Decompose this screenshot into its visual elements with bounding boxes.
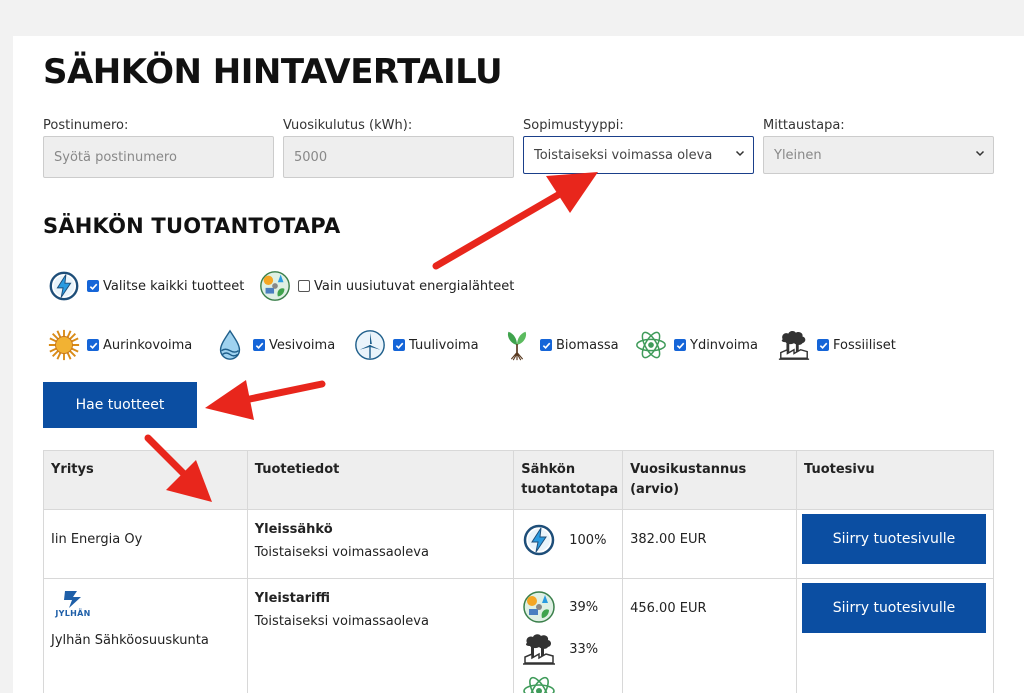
- filter-select-all[interactable]: Valitse kaikki tuotteet: [47, 269, 244, 303]
- product-type: Toistaiseksi voimassaoleva: [254, 545, 429, 560]
- cost-cell: 382.00 EUR: [622, 509, 797, 579]
- source-checkbox[interactable]: [674, 339, 686, 351]
- sun-icon: [47, 328, 81, 362]
- source-checkbox[interactable]: [253, 339, 265, 351]
- vuosikulutus-value: 5000: [294, 149, 328, 165]
- source-label: Biomassa: [556, 337, 619, 353]
- source-share: 100%: [521, 522, 615, 558]
- product-page-button[interactable]: Siirry tuotesivulle: [802, 583, 986, 633]
- product-type: Toistaiseksi voimassaoleva: [254, 614, 429, 629]
- source-checkbox[interactable]: [87, 339, 99, 351]
- select-all-checkbox[interactable]: [87, 280, 99, 292]
- filter-source-sun[interactable]: Aurinkovoima: [47, 328, 192, 362]
- page-title: SÄHKÖN HINTAVERTAILU: [43, 52, 503, 92]
- product-name: Yleistariffi: [254, 591, 330, 606]
- vuosikulutus-input[interactable]: 5000: [283, 136, 514, 178]
- source-label: Tuulivoima: [409, 337, 479, 353]
- postinumero-input[interactable]: Syötä postinumero: [43, 136, 274, 178]
- source-percent: 33%: [569, 641, 599, 657]
- wind-turbine-icon: [353, 328, 387, 362]
- lightning-icon: [47, 269, 81, 303]
- atom-icon: [521, 673, 557, 693]
- filter-source-fossil[interactable]: Fossiiliset: [777, 328, 896, 362]
- factory-icon: [777, 328, 811, 362]
- sources-cell: 39% 33%: [513, 578, 624, 693]
- product-cell: Yleistariffi Toistaiseksi voimassaoleva: [246, 578, 515, 693]
- source-share: 39%: [521, 589, 615, 625]
- lightning-logo-icon: [64, 591, 81, 608]
- source-share: 33%: [521, 631, 615, 667]
- renewable-mix-icon: [258, 269, 292, 303]
- filter-source-water[interactable]: Vesivoima: [213, 328, 335, 362]
- mittaustapa-label: Mittaustapa:: [763, 118, 845, 133]
- company-name: Jylhän Sähköosuuskunta: [51, 633, 209, 648]
- col-header: Yritys: [43, 450, 248, 510]
- select-all-label: Valitse kaikki tuotteet: [103, 278, 245, 294]
- source-percent: 39%: [569, 599, 599, 615]
- logo-text: JYLHÄN: [55, 609, 91, 618]
- source-checkbox[interactable]: [817, 339, 829, 351]
- col-header: Sähkön tuotantotapa: [513, 450, 624, 510]
- sopimustyyppi-value: Toistaiseksi voimassa oleva: [534, 147, 713, 163]
- product-cell: Yleissähkö Toistaiseksi voimassaoleva: [246, 509, 515, 579]
- renewable-only-label: Vain uusiutuvat energialähteet: [314, 278, 515, 294]
- link-cell: Siirry tuotesivulle: [796, 509, 994, 579]
- sopimustyyppi-label: Sopimustyyppi:: [523, 118, 624, 133]
- lightning-icon: [521, 522, 557, 558]
- renewable-only-checkbox[interactable]: [298, 280, 310, 292]
- table-row: Iin Energia Oy Yleissähkö Toistaiseksi v…: [43, 509, 994, 579]
- source-label: Ydinvoima: [690, 337, 758, 353]
- sources-cell: 100%: [513, 509, 624, 579]
- source-share: [521, 673, 615, 693]
- company-cell: Iin Energia Oy: [43, 509, 248, 579]
- col-header: Vuosikustannus (arvio): [622, 450, 797, 510]
- main-card: SÄHKÖN HINTAVERTAILU Postinumero: Syötä …: [13, 36, 1024, 693]
- source-checkbox[interactable]: [540, 339, 552, 351]
- filter-source-nuclear[interactable]: Ydinvoima: [634, 328, 758, 362]
- water-drop-icon: [213, 328, 247, 362]
- company-cell: JYLHÄN Jylhän Sähköosuuskunta: [43, 578, 248, 693]
- atom-icon: [634, 328, 668, 362]
- factory-icon: [521, 631, 557, 667]
- link-cell: Siirry tuotesivulle: [796, 578, 994, 693]
- table-header-row: Yritys Tuotetiedot Sähkön tuotantotapa V…: [43, 450, 994, 510]
- mittaustapa-value: Yleinen: [774, 147, 822, 163]
- product-page-button[interactable]: Siirry tuotesivulle: [802, 514, 986, 564]
- source-label: Fossiiliset: [833, 337, 896, 353]
- postinumero-placeholder: Syötä postinumero: [54, 149, 177, 165]
- search-products-button[interactable]: Hae tuotteet: [43, 382, 197, 428]
- mittaustapa-select[interactable]: Yleinen: [763, 136, 994, 174]
- col-header: Tuotesivu: [796, 450, 994, 510]
- chevron-down-icon: [975, 148, 985, 158]
- filter-source-wind[interactable]: Tuulivoima: [353, 328, 479, 362]
- source-label: Vesivoima: [269, 337, 336, 353]
- plant-icon: [500, 328, 534, 362]
- filter-renewable-only[interactable]: Vain uusiutuvat energialähteet: [258, 269, 514, 303]
- source-checkbox[interactable]: [393, 339, 405, 351]
- results-table: Yritys Tuotetiedot Sähkön tuotantotapa V…: [43, 450, 994, 693]
- filter-source-biomass[interactable]: Biomassa: [500, 328, 619, 362]
- vuosikulutus-label: Vuosikulutus (kWh):: [283, 118, 413, 133]
- source-label: Aurinkovoima: [103, 337, 193, 353]
- product-name: Yleissähkö: [254, 522, 333, 537]
- company-logo: JYLHÄN: [53, 589, 93, 627]
- source-percent: 100%: [569, 532, 607, 548]
- renewable-mix-icon: [521, 589, 557, 625]
- col-header: Tuotetiedot: [246, 450, 515, 510]
- section-title: SÄHKÖN TUOTANTOTAPA: [43, 214, 341, 238]
- sopimustyyppi-select[interactable]: Toistaiseksi voimassa oleva: [523, 136, 754, 174]
- chevron-down-icon: [735, 148, 745, 158]
- postinumero-label: Postinumero:: [43, 118, 129, 133]
- cost-cell: 456.00 EUR: [622, 578, 797, 693]
- table-row: JYLHÄN Jylhän Sähköosuuskunta Yleistarif…: [43, 578, 994, 693]
